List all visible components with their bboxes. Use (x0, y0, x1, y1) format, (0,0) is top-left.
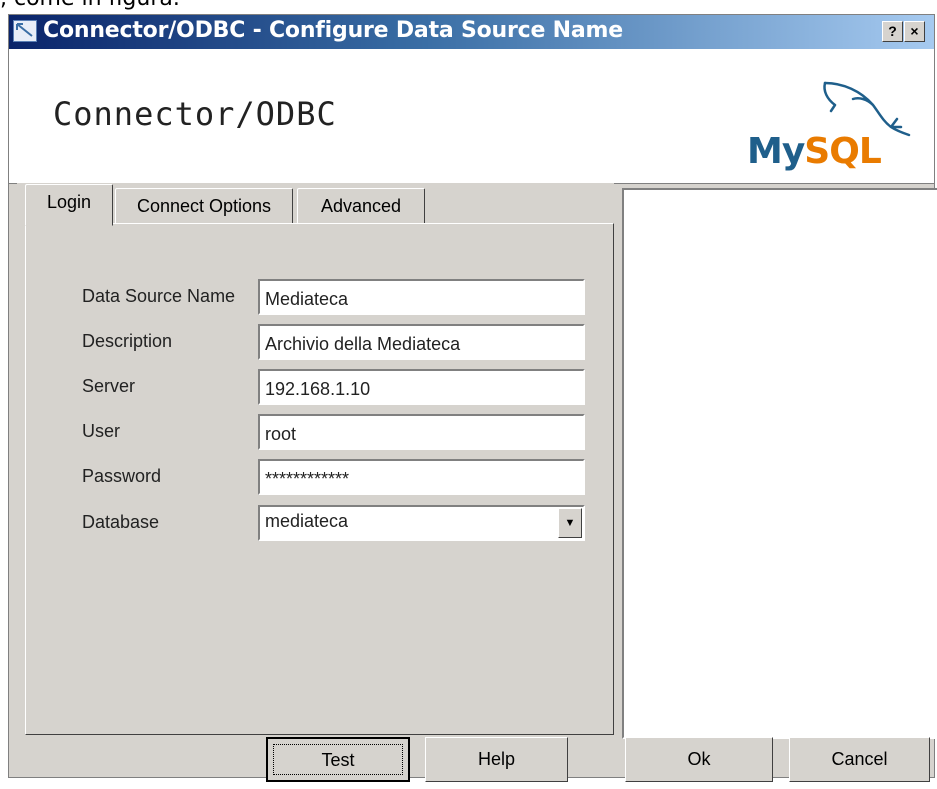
odbc-config-dialog: Connector/ODBC - Configure Data Source N… (8, 14, 937, 782)
tab-login[interactable]: Login (25, 184, 113, 226)
database-select[interactable]: mediateca ▼ (258, 505, 585, 541)
mysql-sql: SQL (804, 131, 881, 172)
info-panel (622, 188, 937, 739)
help-title-button[interactable]: ? (882, 21, 903, 42)
chevron-down-icon[interactable]: ▼ (558, 508, 582, 538)
header-banner: Connector/ODBC MySQL (9, 49, 934, 184)
page-caption: , come in figura. (0, 0, 180, 11)
test-button[interactable]: Test (266, 737, 410, 782)
label-data-source-name: Data Source Name (82, 286, 236, 306)
window-title: Connector/ODBC - Configure Data Source N… (43, 18, 623, 43)
mysql-my: My (747, 131, 805, 172)
label-description: Description (82, 331, 173, 351)
mysql-wordmark: MySQL (747, 131, 882, 172)
description-input[interactable] (258, 324, 585, 360)
tab-connect-options[interactable]: Connect Options (115, 188, 293, 225)
user-input[interactable] (258, 414, 585, 450)
database-selected-value: mediateca (265, 511, 349, 531)
mysql-logo: MySQL (747, 79, 922, 179)
close-title-button[interactable]: × (904, 21, 925, 42)
label-database: Database (82, 512, 160, 532)
banner-title: Connector/ODBC (53, 95, 337, 133)
data-source-name-input[interactable] (258, 279, 585, 315)
odbc-app-icon (13, 20, 37, 42)
login-tab-panel: Data Source Name Description Server User… (25, 223, 614, 735)
title-bar[interactable]: Connector/ODBC - Configure Data Source N… (9, 15, 934, 49)
tab-advanced[interactable]: Advanced (297, 188, 425, 225)
label-password: Password (82, 466, 162, 486)
cancel-button[interactable]: Cancel (789, 737, 930, 782)
focus-rectangle (273, 744, 403, 775)
label-user: User (82, 421, 121, 441)
server-input[interactable] (258, 369, 585, 405)
label-server: Server (82, 376, 136, 396)
password-input[interactable] (258, 459, 585, 495)
help-button[interactable]: Help (425, 737, 568, 782)
tab-control: Login Connect Options Advanced Data Sour… (17, 183, 614, 735)
ok-button[interactable]: Ok (625, 737, 773, 782)
